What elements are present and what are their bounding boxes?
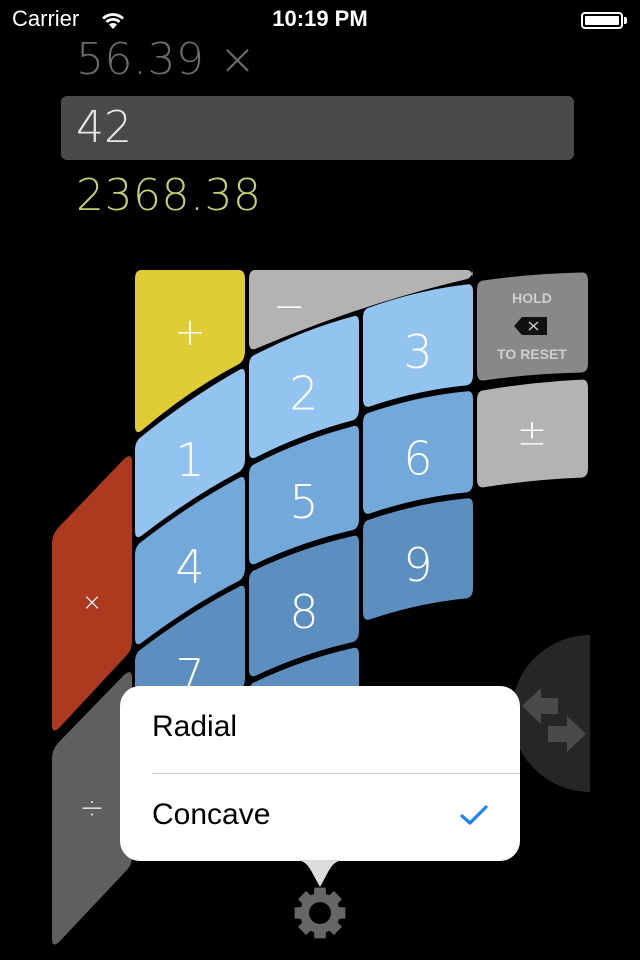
- digit-key-6[interactable]: 6: [363, 391, 473, 514]
- negate-key-label: ±: [517, 413, 547, 454]
- digit-key-3-label: 3: [403, 325, 432, 379]
- digit-key-4-label: 4: [175, 540, 204, 594]
- digit-key-5-label: 5: [289, 475, 318, 529]
- layout-popover: Radial Concave: [120, 686, 520, 861]
- backspace-top-label: HOLD: [512, 290, 552, 306]
- multiply-key-label: ×: [82, 588, 102, 616]
- digit-key-9-label: 9: [403, 538, 432, 592]
- subtract-key-label: −: [273, 284, 305, 328]
- digit-key-8-label: 8: [289, 585, 318, 639]
- swap-button[interactable]: [511, 635, 591, 792]
- digit-key-1-label: 1: [175, 433, 204, 487]
- layout-option-label: Radial: [152, 710, 238, 743]
- digit-key-9[interactable]: 9: [363, 498, 473, 620]
- negate-key[interactable]: ±: [477, 379, 588, 488]
- checkmark-icon: [460, 805, 488, 825]
- add-key-label: +: [174, 310, 206, 354]
- layout-option-radial[interactable]: Radial: [152, 686, 520, 773]
- layout-option-label: Concave: [152, 798, 271, 831]
- digit-key-6-label: 6: [403, 432, 432, 486]
- popover-arrow: [294, 860, 346, 887]
- backspace-key[interactable]: HOLD TO RESET: [477, 272, 588, 381]
- digit-key-2-label: 2: [289, 366, 318, 420]
- divide-key-label: ÷: [79, 791, 104, 826]
- layout-option-concave[interactable]: Concave: [152, 774, 520, 861]
- gear-icon[interactable]: [292, 885, 348, 941]
- backspace-bottom-label: TO RESET: [497, 346, 567, 362]
